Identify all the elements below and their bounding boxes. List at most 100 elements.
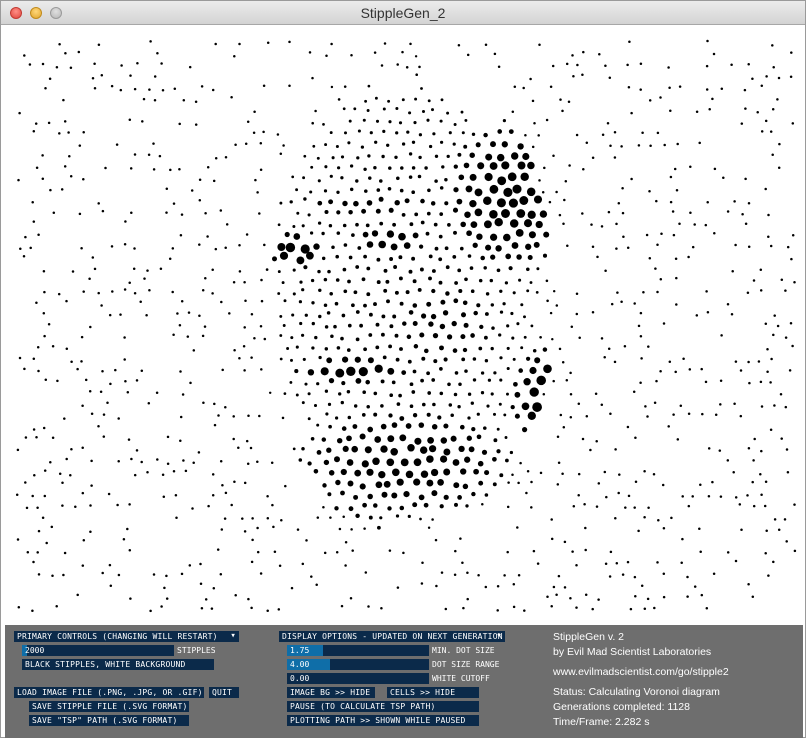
- stipple-dot: [426, 211, 431, 216]
- stipple-dot: [36, 506, 39, 509]
- stipple-dot: [788, 369, 792, 372]
- stipple-dot: [491, 326, 495, 330]
- dot-size-range-slider[interactable]: 4.00: [287, 659, 429, 670]
- stipple-dot: [452, 207, 459, 213]
- image-bg-toggle[interactable]: IMAGE BG >> HIDE: [287, 687, 375, 698]
- stipple-dot: [382, 107, 386, 111]
- stipple-dot: [367, 605, 370, 608]
- stipple-dot: [346, 435, 352, 442]
- stipple-dot: [97, 202, 100, 205]
- stipple-dot: [211, 292, 214, 295]
- stipple-dot: [559, 413, 563, 417]
- save-tsp-path-button[interactable]: SAVE "TSP" PATH (.SVG FORMAT): [29, 715, 189, 726]
- stipple-dot: [698, 527, 701, 531]
- stipple-dot: [49, 461, 52, 464]
- stipple-dot: [387, 435, 395, 443]
- stipple-dot: [135, 379, 139, 382]
- stipple-dot: [764, 119, 768, 123]
- stipple-dot: [777, 528, 781, 531]
- stipple-dot: [546, 595, 549, 598]
- stipple-dot: [386, 299, 390, 304]
- stipples-slider[interactable]: 2000: [22, 645, 174, 656]
- stipple-dot: [785, 448, 789, 451]
- stipple-dot: [747, 360, 750, 364]
- save-stipple-button[interactable]: SAVE STIPPLE FILE (.SVG FORMAT): [29, 701, 189, 712]
- color-mode-toggle[interactable]: BLACK STIPPLES, WHITE BACKGROUND: [22, 659, 214, 670]
- primary-controls-dropdown[interactable]: PRIMARY CONTROLS (CHANGING WILL RESTART): [14, 631, 239, 642]
- stipple-dot: [532, 402, 542, 412]
- stipple-dot: [245, 233, 249, 236]
- stipple-dot: [711, 480, 714, 484]
- stipple-dot: [515, 229, 524, 237]
- pause-button[interactable]: PAUSE (TO CALCULATE TSP PATH): [287, 701, 479, 712]
- stipple-dot: [418, 244, 424, 249]
- stipple-dot: [601, 133, 605, 136]
- stipple-dot: [353, 404, 358, 408]
- min-dot-size-slider[interactable]: 1.75: [287, 645, 429, 656]
- cells-toggle[interactable]: CELLS >> HIDE: [387, 687, 479, 698]
- display-options-dropdown[interactable]: DISPLAY OPTIONS - UPDATED ON NEXT GENERA…: [279, 631, 505, 642]
- load-image-button[interactable]: LOAD IMAGE FILE (.PNG, .JPG, OR .GIF): [14, 687, 204, 698]
- quit-button[interactable]: QUIT: [209, 687, 239, 698]
- stipple-dot: [305, 539, 308, 542]
- stipple-dot: [342, 200, 348, 207]
- stipple-dot: [407, 359, 412, 364]
- stipple-dot: [527, 161, 535, 170]
- stipple-dot: [129, 167, 133, 170]
- stipple-dot: [124, 379, 127, 383]
- stipple-dot: [473, 310, 478, 316]
- stipple-dot: [380, 332, 385, 337]
- stipple-dot: [680, 561, 683, 565]
- stipple-dot: [705, 606, 709, 610]
- stipple-dot: [168, 257, 172, 260]
- stipple-dot: [531, 99, 535, 103]
- stipple-dot: [350, 54, 353, 57]
- stipple-dot: [523, 378, 531, 386]
- stipple-dot: [364, 189, 368, 193]
- stipple-dot: [364, 99, 368, 103]
- stipple-dot: [448, 131, 452, 135]
- stipple-dot: [431, 424, 438, 430]
- stipple-dot: [366, 109, 370, 112]
- stipple-dot: [335, 551, 339, 554]
- stipple-dot: [335, 479, 341, 486]
- app-url[interactable]: www.evilmadscientist.com/go/stipple2: [553, 666, 729, 678]
- white-cutoff-slider[interactable]: 0.00: [287, 673, 429, 684]
- stipple-dot: [649, 144, 652, 148]
- plotting-path-toggle[interactable]: PLOTTING PATH >> SHOWN WHILE PAUSED: [287, 715, 479, 726]
- stipple-dot: [299, 321, 303, 326]
- stipple-dot: [669, 200, 673, 204]
- stipple-dot: [368, 515, 373, 520]
- stipple-dot: [743, 88, 747, 92]
- stipple-dot: [353, 200, 359, 207]
- stipple-dot: [90, 484, 93, 487]
- stipple-dot: [378, 196, 384, 202]
- stipple-dot: [373, 165, 377, 170]
- stipple-dot: [519, 196, 529, 205]
- stipple-dot: [600, 337, 604, 340]
- stipple-dot: [432, 332, 439, 339]
- stipple-dot: [165, 574, 168, 578]
- stipple-dot: [598, 53, 601, 56]
- stipple-dot: [481, 503, 484, 506]
- stipple-dot: [173, 87, 177, 90]
- stipple-dot: [487, 378, 492, 382]
- stipple-dot: [418, 494, 425, 501]
- stipple-dot: [420, 198, 425, 204]
- stipple-dot: [484, 470, 490, 476]
- stipple-dot: [773, 314, 776, 317]
- stipple-dot: [321, 437, 327, 442]
- stipple-dot: [15, 493, 19, 497]
- stipple-dot: [258, 414, 261, 418]
- stipple-dot: [705, 64, 709, 68]
- stipple-dot: [450, 435, 457, 442]
- stipple-dot: [522, 86, 525, 90]
- stipple-dot: [246, 462, 250, 466]
- stipple-dot: [270, 461, 274, 465]
- stipple-dot: [639, 88, 642, 91]
- stipple-dot: [367, 357, 374, 364]
- stipple-dot: [301, 447, 305, 451]
- stipple-dot: [81, 446, 84, 450]
- stipple-dot: [361, 277, 366, 282]
- stipple-dot: [346, 348, 351, 352]
